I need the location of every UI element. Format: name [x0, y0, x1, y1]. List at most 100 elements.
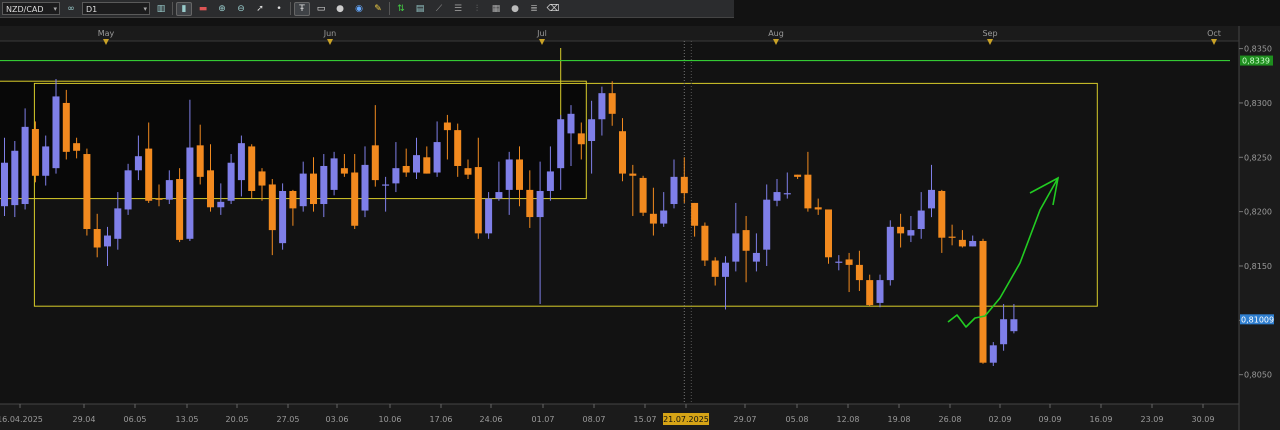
candle	[639, 175, 647, 216]
candle-body	[361, 164, 369, 211]
candle-body	[474, 167, 482, 234]
channel-icon[interactable]: ☰	[450, 2, 466, 16]
candle-body	[495, 192, 503, 199]
list-icon[interactable]: ≣	[526, 2, 542, 16]
candle-body	[227, 162, 235, 201]
candle-body	[289, 190, 297, 209]
price-level-label: 0,8339	[1242, 57, 1270, 66]
symbol-select[interactable]: NZD/CAD ▾	[2, 2, 60, 15]
candle-body	[979, 240, 987, 363]
candle-body	[907, 230, 915, 236]
grid-icon[interactable]: ▤	[412, 2, 428, 16]
zoom-in-icon[interactable]: ⊕	[214, 2, 230, 16]
symbol-value: NZD/CAD	[6, 5, 44, 14]
candle-body	[855, 264, 863, 281]
candle	[989, 342, 997, 366]
candle-body	[433, 142, 441, 173]
x-tick-label: 01.07	[532, 415, 555, 424]
y-tick-label: 0,8350	[1244, 45, 1272, 54]
bar-chart-icon[interactable]: ▮	[176, 1, 192, 16]
candle-body	[639, 177, 647, 213]
candle	[825, 209, 832, 264]
candle-body	[722, 262, 729, 277]
candle-body	[783, 193, 791, 195]
candle	[979, 238, 987, 364]
candle-body	[145, 148, 153, 201]
month-label: Aug	[768, 29, 784, 38]
fibonacci-icon[interactable]: ⟋	[431, 2, 447, 16]
candle-body	[134, 156, 142, 171]
chart-canvas[interactable]: 0,83500,83000,82500,82000,81500,81000,80…	[0, 0, 1280, 430]
indicator-icon[interactable]: ⇅	[393, 2, 409, 16]
chevron-down-icon: ▾	[143, 5, 147, 13]
candle-body	[1010, 319, 1018, 332]
x-tick-label: 29.07	[734, 415, 757, 424]
circle-icon[interactable]: ●	[332, 2, 348, 16]
candle	[485, 192, 493, 239]
candle-body	[711, 260, 719, 277]
candle-body	[989, 345, 997, 363]
cursor-icon[interactable]: ➚	[252, 2, 268, 16]
candle	[176, 168, 184, 243]
settings-icon[interactable]: ⫶	[469, 2, 485, 16]
x-tick-label: 26.08	[939, 415, 962, 424]
text-tool-icon[interactable]: Ŧ	[294, 1, 310, 16]
candle-body	[124, 170, 132, 210]
candle-body	[382, 184, 390, 186]
eraser-icon[interactable]: ⌫	[545, 2, 561, 16]
zoom-out-icon[interactable]: ⊖	[233, 2, 249, 16]
x-tick-label: 24.06	[480, 415, 503, 424]
candle	[83, 148, 91, 236]
x-tick-label: 27.05	[277, 415, 300, 424]
x-tick-label: 15.07	[634, 415, 657, 424]
y-tick-label: 0,8300	[1244, 99, 1272, 108]
candle-body	[526, 189, 534, 218]
candle-body	[886, 226, 894, 281]
chevron-down-icon: ▾	[53, 5, 57, 13]
month-label: Sep	[982, 29, 997, 38]
candle-body	[897, 226, 905, 234]
highlighted-date-label: 21.07.2025	[663, 415, 709, 424]
time-header-strip	[0, 26, 1239, 41]
globe-icon[interactable]: ◉	[351, 2, 367, 16]
candle-body	[392, 168, 400, 184]
candle-body	[680, 176, 688, 194]
candle-body	[73, 143, 81, 151]
template-icon[interactable]: ▦	[488, 2, 504, 16]
sphere-icon[interactable]: ●	[507, 2, 523, 16]
candle-body	[299, 173, 307, 207]
candle-body	[155, 198, 163, 200]
candle	[248, 144, 256, 199]
candle	[31, 121, 39, 183]
timeframe-select[interactable]: D1 ▾	[82, 2, 150, 15]
line-chart-icon[interactable]: ▬	[195, 2, 211, 16]
candle	[279, 183, 287, 250]
candle-body	[371, 145, 379, 181]
candle-body	[423, 157, 431, 174]
price-axis-strip	[1239, 26, 1280, 430]
candle-body	[248, 146, 256, 191]
x-tick-label: 10.06	[379, 415, 402, 424]
pencil-icon[interactable]: ✎	[370, 2, 386, 16]
candle-body	[402, 165, 410, 173]
candle-body	[1, 162, 8, 207]
candle-body	[567, 113, 575, 134]
link-icon[interactable]: ∞	[63, 2, 79, 16]
y-tick-label: 0,8250	[1244, 153, 1272, 162]
candle-body	[773, 192, 781, 201]
dot-icon[interactable]: •	[271, 2, 287, 16]
candle-body	[52, 96, 60, 169]
candle-body	[237, 143, 245, 181]
separator	[290, 2, 291, 15]
candle-body	[1000, 319, 1008, 345]
candle-body	[21, 126, 29, 205]
chart-type-icon[interactable]: ▥	[153, 2, 169, 16]
candle-body	[464, 168, 472, 175]
candle-body	[485, 198, 493, 234]
note-icon[interactable]: ▭	[313, 2, 329, 16]
chart-toolbar: NZD/CAD ▾ ∞ D1 ▾ ▥ ▮ ▬ ⊕ ⊖ ➚ • Ŧ ▭ ● ◉ ✎ ⇅…	[0, 0, 734, 18]
candle-body	[557, 119, 565, 169]
month-label: May	[98, 29, 115, 38]
candle-body	[660, 210, 668, 224]
candle-body	[42, 146, 50, 176]
